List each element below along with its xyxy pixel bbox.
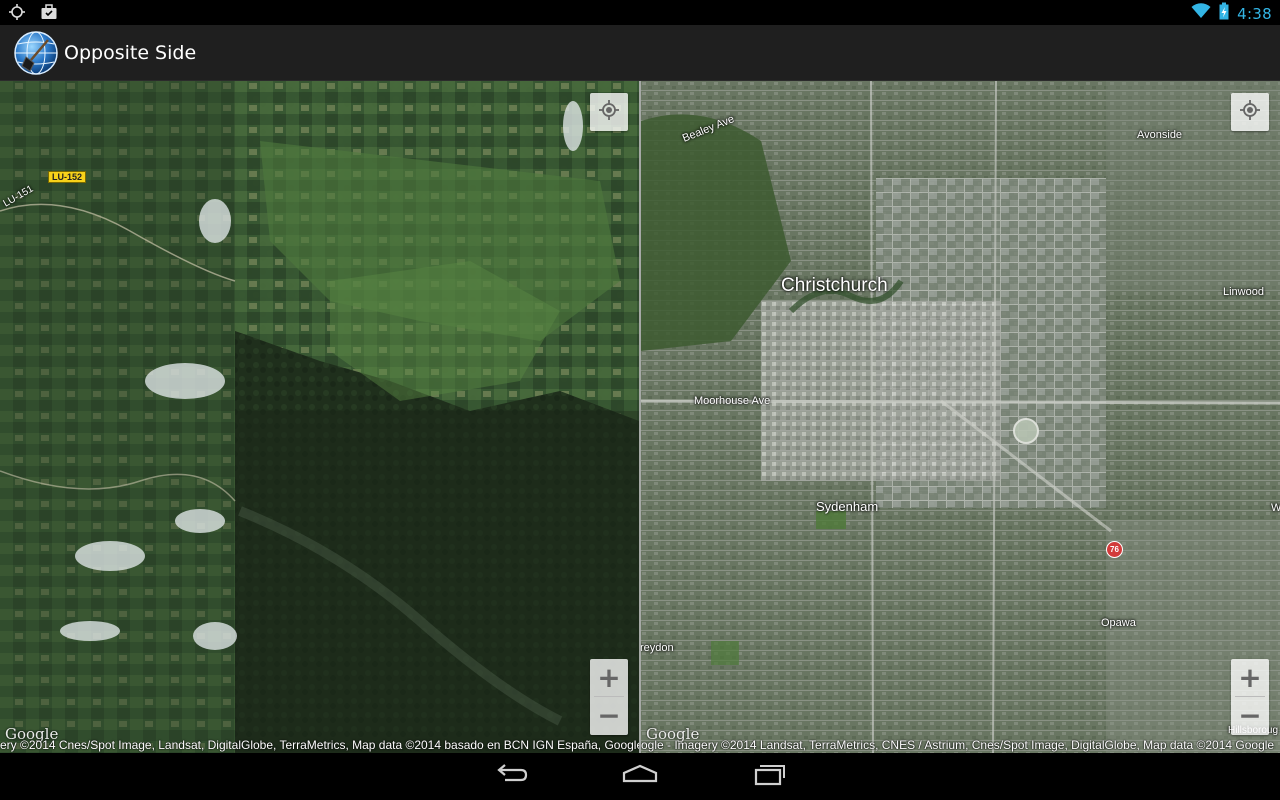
- suburb-label: Sydenham: [816, 499, 879, 514]
- app-title: Opposite Side: [64, 42, 197, 64]
- my-location-icon: [598, 99, 620, 126]
- recents-icon: [752, 762, 786, 791]
- recents-button[interactable]: [749, 761, 789, 791]
- map-attribution[interactable]: ogle - Imagery ©2014 Landsat, TerraMetri…: [641, 738, 1274, 752]
- navigation-bar: [0, 753, 1280, 800]
- briefcase-icon: [40, 3, 58, 26]
- route-badge: 76: [1106, 541, 1123, 558]
- wifi-icon: [1191, 3, 1211, 24]
- gps-icon: [8, 3, 26, 26]
- clock: 4:38: [1237, 4, 1272, 23]
- zoom-controls: + −: [590, 659, 628, 735]
- city-label: Christchurch: [781, 275, 888, 296]
- suburb-label: Opawa: [1101, 617, 1136, 629]
- battery-charging-icon: [1219, 2, 1229, 25]
- map-right[interactable]: Christchurch Bealey Ave Avonside Linwood…: [641, 81, 1280, 753]
- my-location-button[interactable]: [590, 93, 628, 131]
- street-label: Moorhouse Ave: [694, 395, 771, 407]
- suburb-label: reydon: [641, 642, 674, 654]
- edge-label: W: [1271, 502, 1280, 514]
- globe-shovel-icon[interactable]: [13, 30, 59, 76]
- zoom-in-button[interactable]: +: [1231, 659, 1269, 696]
- zoom-in-button[interactable]: +: [590, 659, 628, 696]
- back-icon: [495, 763, 529, 790]
- suburb-label: Avonside: [1137, 129, 1183, 141]
- home-icon: [621, 763, 659, 790]
- map-left[interactable]: LU-152 LU-151 + − Google ery ©2014 Cnes/…: [0, 81, 639, 753]
- satellite-imagery-left: [0, 81, 639, 753]
- zoom-out-button[interactable]: −: [590, 697, 628, 734]
- suburb-label: Linwood: [1223, 286, 1264, 298]
- status-bar: 4:38: [0, 0, 1280, 25]
- back-button[interactable]: [492, 761, 532, 791]
- my-location-icon: [1239, 99, 1261, 126]
- map-attribution[interactable]: ery ©2014 Cnes/Spot Image, Landsat, Digi…: [0, 738, 639, 752]
- satellite-imagery-right: [641, 81, 1280, 753]
- road-shield: LU-152: [48, 171, 87, 183]
- action-bar: Opposite Side: [0, 25, 1280, 81]
- my-location-button[interactable]: [1231, 93, 1269, 131]
- home-button[interactable]: [620, 761, 660, 791]
- zoom-controls: + −: [1231, 659, 1269, 735]
- zoom-out-button[interactable]: −: [1231, 697, 1269, 734]
